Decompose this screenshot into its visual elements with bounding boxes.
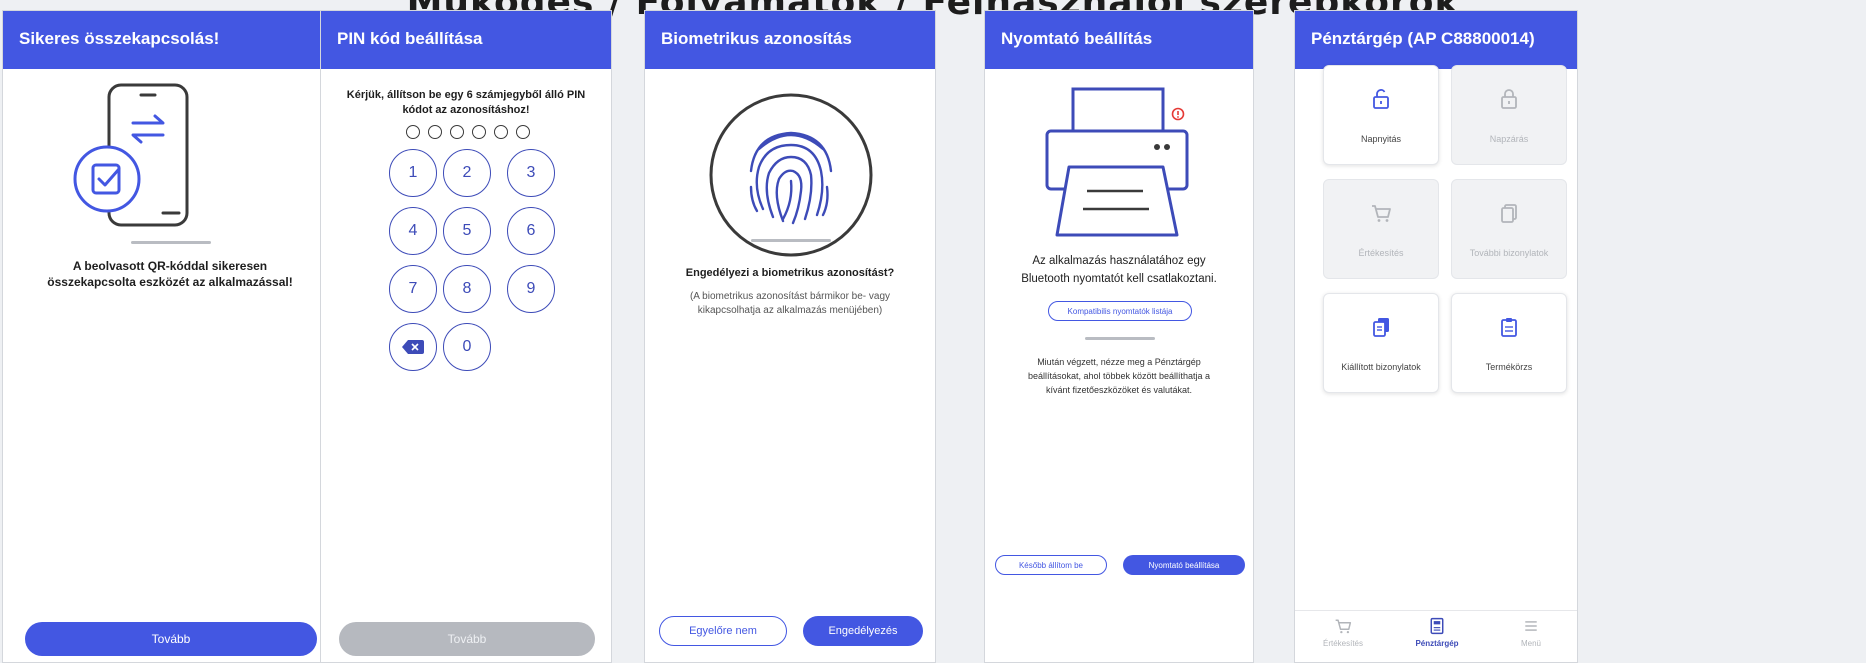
clipboard-icon [1501, 318, 1517, 337]
pin-key-7[interactable]: 7 [389, 265, 437, 313]
tile-more-documents[interactable]: További bizonylatok [1451, 179, 1567, 279]
pin-instruction-line1: Kérjük, állítson be egy 6 számjegyből ál… [346, 89, 586, 101]
printer-info-line3: kívánt fizetőeszközöket és valutákat. [1045, 385, 1193, 395]
biometric-note-line2: kikapcsolhatja az alkalmazás menüjében) [697, 305, 883, 316]
receipts-icon [1373, 318, 1389, 337]
screen-header: Sikeres összekapcsolás! [3, 11, 337, 69]
nav-label: Értékesítés [1322, 639, 1363, 648]
pin-instruction-line2: kódot az azonosításhoz! [402, 104, 530, 116]
alert-icon [1171, 107, 1185, 126]
success-message-line2: összekapcsolta eszközét az alkalmazással… [47, 275, 293, 289]
nav-item-register[interactable]: Pénztárgép [1397, 617, 1477, 648]
tile-day-open[interactable]: Napnyitás [1323, 65, 1439, 165]
screen-biometric: Biometrikus azonosítás Engedélyezi a bio… [644, 10, 936, 663]
divider [751, 239, 831, 242]
screen-header: Biometrikus azonosítás [645, 11, 935, 69]
pin-dot [472, 125, 486, 139]
pin-dot [406, 125, 420, 139]
pin-key-1[interactable]: 1 [389, 149, 437, 197]
bottom-navigation: Értékesítés Pénztárgép Menü [1295, 610, 1577, 662]
screen-header: Pénztárgép (AP C88800014) [1295, 11, 1577, 69]
tile-label: Kiállított bizonylatok [1341, 362, 1421, 372]
allow-biometric-button[interactable]: Engedélyezés [803, 616, 923, 646]
register-icon [1430, 617, 1444, 635]
lock-icon [1501, 89, 1517, 109]
pin-key-3[interactable]: 3 [507, 149, 555, 197]
pin-key-5[interactable]: 5 [443, 207, 491, 255]
tile-label: További bizonylatok [1469, 248, 1549, 258]
tile-label: Termékörzs [1485, 362, 1533, 372]
tile-product-master[interactable]: Termékörzs [1451, 293, 1567, 393]
pin-dot [494, 125, 508, 139]
screen-pin-setup: PIN kód beállítása Kérjük, állítson be e… [320, 10, 612, 663]
pin-key-9[interactable]: 9 [507, 265, 555, 313]
pin-dot [450, 125, 464, 139]
cart-icon [1372, 205, 1391, 222]
later-button[interactable]: Később állítom be [995, 555, 1107, 575]
unlock-icon [1373, 89, 1389, 109]
nav-item-sales[interactable]: Értékesítés [1303, 617, 1383, 648]
tile-label: Napzárás [1489, 134, 1529, 144]
tile-sales[interactable]: Értékesítés [1323, 179, 1439, 279]
pin-key-0[interactable]: 0 [443, 323, 491, 371]
backspace-key[interactable] [389, 323, 437, 371]
pin-dot [428, 125, 442, 139]
nav-label: Menü [1520, 639, 1541, 648]
tile-label: Napnyitás [1360, 134, 1402, 144]
compatible-printers-link[interactable]: Kompatibilis nyomtatók listája [1048, 301, 1192, 321]
pin-key-4[interactable]: 4 [389, 207, 437, 255]
screen-printer-setup: Nyomtató beállítás Az alkalmazás használ… [984, 10, 1254, 663]
screen-connection-success: Sikeres összekapcsolás! A beolvasott QR-… [2, 10, 338, 663]
pin-key-6[interactable]: 6 [507, 207, 555, 255]
pin-key-8[interactable]: 8 [443, 265, 491, 313]
printer-setup-button[interactable]: Nyomtató beállítása [1123, 555, 1245, 575]
printer-message-line2: Bluetooth nyomtatót kell csatlakoztani. [1021, 273, 1217, 285]
phone-link-icon [69, 83, 199, 238]
pin-key-2[interactable]: 2 [443, 149, 491, 197]
success-message-line1: A beolvasott QR-kóddal sikeresen [72, 259, 268, 273]
menu-icon [1525, 621, 1537, 631]
divider [1085, 337, 1155, 340]
continue-button[interactable]: Tovább [25, 622, 317, 656]
onboarding-flow-canvas: Működés / Folyamatok / Felhasználói szer… [0, 0, 1866, 663]
nav-item-menu[interactable]: Menü [1491, 617, 1571, 648]
nav-label: Pénztárgép [1415, 639, 1459, 648]
continue-button[interactable]: Tovább [339, 622, 595, 656]
biometric-question: Engedélyezi a biometrikus azonosítást? [685, 267, 895, 279]
screen-header: PIN kód beállítása [321, 11, 611, 69]
tile-issued-receipts[interactable]: Kiállított bizonylatok [1323, 293, 1439, 393]
decline-button[interactable]: Egyelőre nem [659, 616, 787, 646]
printer-info-line2: beállításokat, ahol többek között beállí… [1027, 371, 1211, 381]
printer-message-line1: Az alkalmazás használatához egy [1032, 255, 1206, 267]
tile-label: Értékesítés [1358, 248, 1404, 258]
pin-dot [516, 125, 530, 139]
cart-icon [1335, 619, 1352, 634]
divider [131, 241, 211, 244]
tile-day-close[interactable]: Napzárás [1451, 65, 1567, 165]
screen-header: Nyomtató beállítás [985, 11, 1253, 69]
printer-info-line1: Miután végzett, nézze meg a Pénztárgép [1037, 357, 1201, 367]
biometric-note-line1: (A biometrikus azonosítást bármikor be- … [689, 291, 891, 302]
documents-icon [1501, 204, 1517, 223]
screen-cash-register: Pénztárgép (AP C88800014) Napnyitás Napz… [1294, 10, 1578, 663]
backspace-icon [402, 340, 424, 354]
